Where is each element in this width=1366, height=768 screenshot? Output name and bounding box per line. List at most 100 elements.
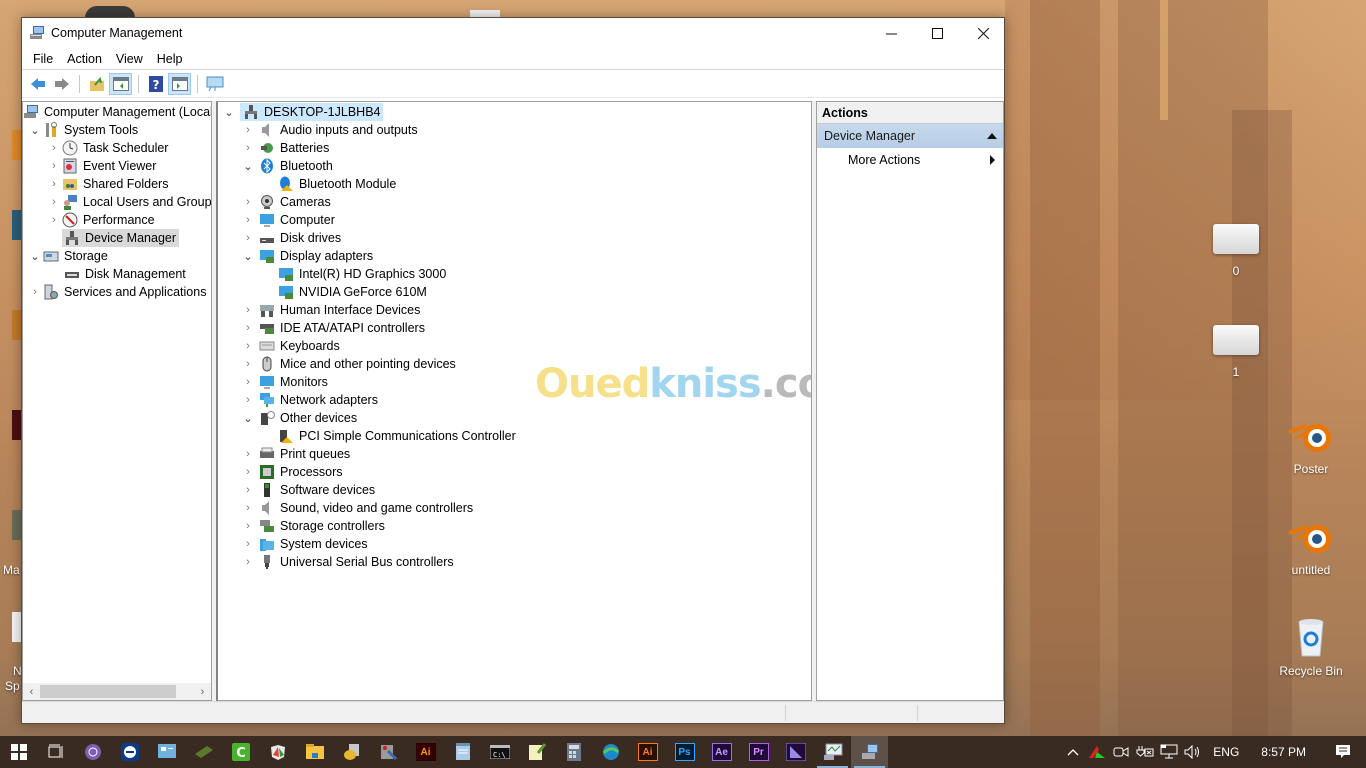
- device-category-storage-controllers[interactable]: › Storage controllers: [218, 517, 811, 535]
- taskbar-edge[interactable]: [592, 736, 629, 768]
- taskbar-photoshop[interactable]: Ps: [666, 736, 703, 768]
- taskbar-camtasia[interactable]: C: [222, 736, 259, 768]
- device-item-nvidia-geforce-610m[interactable]: NVIDIA GeForce 610M: [218, 283, 811, 301]
- battery-status-button[interactable]: [1133, 736, 1157, 768]
- expand-chevron-icon[interactable]: ›: [240, 355, 256, 373]
- scroll-right-icon[interactable]: ›: [194, 686, 211, 698]
- device-category-system-devices[interactable]: › System devices: [218, 535, 811, 553]
- show-hidden-icons-button[interactable]: [1061, 736, 1085, 768]
- monitor-button[interactable]: [203, 73, 226, 95]
- back-button[interactable]: [26, 73, 49, 95]
- desktop-icon-0[interactable]: 0: [1198, 224, 1274, 278]
- taskbar-notepad-plus[interactable]: [518, 736, 555, 768]
- close-button[interactable]: [960, 18, 1006, 48]
- expand-chevron-icon[interactable]: ›: [46, 157, 62, 175]
- taskbar-tor-browser[interactable]: [74, 736, 111, 768]
- device-category-print-queues[interactable]: › Print queues: [218, 445, 811, 463]
- device-category-universal-serial-bus-controllers[interactable]: › Universal Serial Bus controllers: [218, 553, 811, 571]
- menu-help[interactable]: Help: [150, 52, 190, 66]
- camera-status-button[interactable]: [1109, 736, 1133, 768]
- desktop-icon-recycle-bin[interactable]: Recycle Bin: [1273, 614, 1349, 678]
- expand-chevron-icon[interactable]: ›: [240, 553, 256, 571]
- device-category-other-devices[interactable]: ⌄ Other devices: [218, 409, 811, 427]
- language-indicator[interactable]: ENG: [1205, 745, 1249, 759]
- device-category-audio-inputs-and-outputs[interactable]: › Audio inputs and outputs: [218, 121, 811, 139]
- device-category-disk-drives[interactable]: › Disk drives: [218, 229, 811, 247]
- taskbar-illustrator-1[interactable]: Ai: [407, 736, 444, 768]
- expand-chevron-icon[interactable]: ›: [46, 175, 62, 193]
- device-category-sound-video-and-game-controllers[interactable]: › Sound, video and game controllers: [218, 499, 811, 517]
- network-status-button[interactable]: [1157, 736, 1181, 768]
- device-category-software-devices[interactable]: › Software devices: [218, 481, 811, 499]
- expand-chevron-icon[interactable]: ›: [240, 373, 256, 391]
- expand-chevron-open-icon[interactable]: ⌄: [240, 157, 256, 175]
- desktop-icon-poster[interactable]: Poster: [1273, 416, 1349, 476]
- volume-button[interactable]: [1181, 736, 1205, 768]
- show-hide-action-pane-button[interactable]: [168, 72, 191, 95]
- device-category-batteries[interactable]: › Batteries: [218, 139, 811, 157]
- device-item-intel-r-hd-graphics-3000[interactable]: Intel(R) HD Graphics 3000: [218, 265, 811, 283]
- show-hide-console-tree-button[interactable]: [109, 72, 132, 95]
- taskbar-command-prompt[interactable]: C:\_: [481, 736, 518, 768]
- expand-chevron-icon[interactable]: ›: [240, 517, 256, 535]
- taskbar-after-effects[interactable]: Ae: [703, 736, 740, 768]
- device-category-keyboards[interactable]: › Keyboards: [218, 337, 811, 355]
- device-category-processors[interactable]: › Processors: [218, 463, 811, 481]
- menu-file[interactable]: File: [26, 52, 60, 66]
- expand-chevron-icon[interactable]: ›: [240, 445, 256, 463]
- expand-chevron-icon[interactable]: ›: [240, 535, 256, 553]
- taskbar-malwarebytes[interactable]: [259, 736, 296, 768]
- more-actions-item[interactable]: More Actions: [817, 148, 1003, 172]
- taskbar-computer-management[interactable]: [851, 736, 888, 768]
- tree-item-system-tools[interactable]: ⌄ System Tools: [23, 121, 211, 139]
- expand-chevron-icon[interactable]: ›: [240, 319, 256, 337]
- taskbar-illustrator-2[interactable]: Ai: [629, 736, 666, 768]
- taskbar-notepad[interactable]: [444, 736, 481, 768]
- clock[interactable]: 8:57 PM: [1249, 745, 1320, 759]
- device-category-bluetooth[interactable]: ⌄ Bluetooth: [218, 157, 811, 175]
- device-item-pci-simple-communications-controller[interactable]: PCI Simple Communications Controller: [218, 427, 811, 445]
- task-view-button[interactable]: [37, 736, 74, 768]
- device-item-bluetooth-module[interactable]: Bluetooth Module: [218, 175, 811, 193]
- expand-chevron-icon[interactable]: ›: [240, 301, 256, 319]
- expand-chevron-open-icon[interactable]: ⌄: [27, 247, 43, 265]
- collapse-up-icon[interactable]: [987, 133, 997, 139]
- desktop-icon-untitled[interactable]: untitled: [1273, 517, 1349, 577]
- expand-chevron-icon[interactable]: ›: [240, 463, 256, 481]
- taskbar-teamviewer[interactable]: [111, 736, 148, 768]
- expand-chevron-icon[interactable]: ›: [240, 229, 256, 247]
- expand-chevron-icon[interactable]: ›: [240, 139, 256, 157]
- taskbar-media-encoder[interactable]: [777, 736, 814, 768]
- menu-action[interactable]: Action: [60, 52, 109, 66]
- tree-item-disk-management[interactable]: Disk Management: [23, 265, 211, 283]
- taskbar-performance-monitor[interactable]: [814, 736, 851, 768]
- maximize-button[interactable]: [914, 18, 960, 48]
- tree-item-storage[interactable]: ⌄ Storage: [23, 247, 211, 265]
- tray-app-icon[interactable]: [1085, 736, 1109, 768]
- up-one-level-button[interactable]: [85, 73, 108, 95]
- horizontal-scrollbar[interactable]: ‹ ›: [23, 683, 211, 700]
- device-category-display-adapters[interactable]: ⌄ Display adapters: [218, 247, 811, 265]
- start-button[interactable]: [0, 736, 37, 768]
- device-category-human-interface-devices[interactable]: › Human Interface Devices: [218, 301, 811, 319]
- tree-item-task-scheduler[interactable]: › Task Scheduler: [23, 139, 211, 157]
- expand-chevron-icon[interactable]: ›: [240, 211, 256, 229]
- tree-item-root[interactable]: Computer Management (Local: [23, 103, 211, 121]
- taskbar-paint-tool[interactable]: [370, 736, 407, 768]
- scrollbar-thumb[interactable]: [40, 685, 176, 698]
- expand-chevron-icon[interactable]: ›: [240, 337, 256, 355]
- device-category-cameras[interactable]: › Cameras: [218, 193, 811, 211]
- taskbar-graphics-card[interactable]: [185, 736, 222, 768]
- title-bar[interactable]: Computer Management: [22, 18, 1004, 48]
- expand-chevron-icon[interactable]: ›: [240, 481, 256, 499]
- minimize-button[interactable]: [868, 18, 914, 48]
- taskbar-control-panel[interactable]: [148, 736, 185, 768]
- expand-chevron-icon[interactable]: ›: [240, 121, 256, 139]
- action-center-button[interactable]: [1320, 736, 1366, 768]
- scroll-left-icon[interactable]: ‹: [23, 686, 40, 698]
- tree-item-local-users[interactable]: › Local Users and Groups: [23, 193, 211, 211]
- expand-chevron-icon[interactable]: ›: [240, 193, 256, 211]
- device-tree-root[interactable]: ⌄ DESKTOP-1JLBHB4: [218, 103, 811, 121]
- tree-item-event-viewer[interactable]: › Event Viewer: [23, 157, 211, 175]
- forward-button[interactable]: [50, 73, 73, 95]
